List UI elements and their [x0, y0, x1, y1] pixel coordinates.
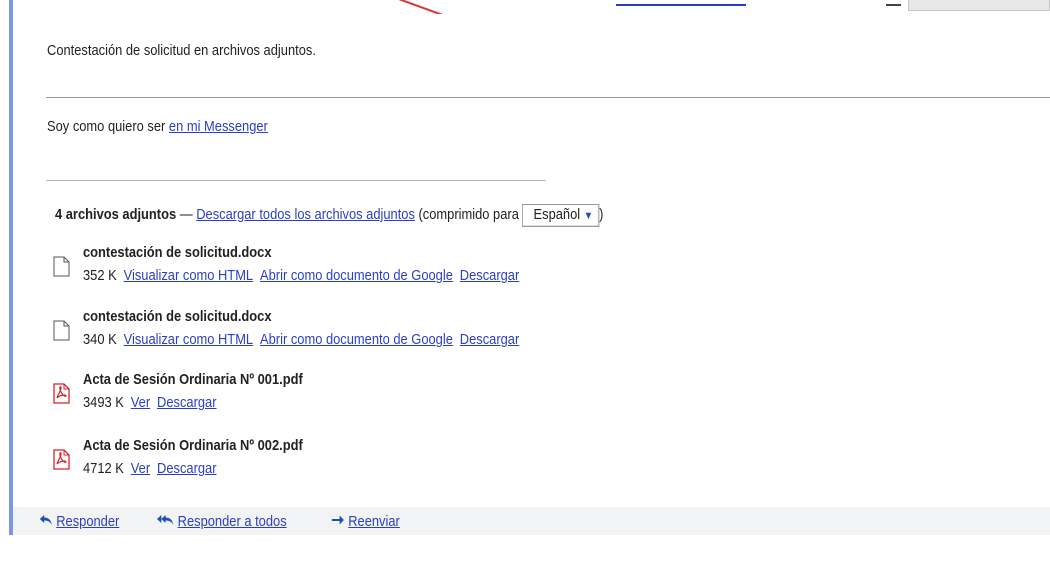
- download-link[interactable]: Descargar: [157, 394, 217, 411]
- attachments-count: 4 archivos adjuntos: [55, 206, 177, 223]
- download-link[interactable]: Descargar: [460, 267, 520, 284]
- reply-icon: [39, 513, 53, 530]
- attachment-name: contestación de solicitud.docx: [83, 308, 272, 325]
- signature-line: Soy como quiero ser en mi Messenger: [47, 118, 268, 135]
- reply-all-button[interactable]: Responder a todos: [157, 513, 287, 530]
- document-icon: [53, 320, 70, 341]
- document-icon: [53, 256, 70, 277]
- view-link[interactable]: Ver: [131, 394, 150, 411]
- message-body-text: Contestación de solicitud en archivos ad…: [47, 42, 316, 59]
- close-paren: ): [599, 206, 604, 223]
- attachment-size: 4712 K: [83, 460, 124, 477]
- attachment-name: Acta de Sesión Ordinaria Nº 002.pdf: [83, 437, 303, 454]
- attachment-name: Acta de Sesión Ordinaria Nº 001.pdf: [83, 371, 303, 388]
- open-as-google-doc-link[interactable]: Abrir como documento de Google: [260, 331, 453, 348]
- view-as-html-link[interactable]: Visualizar como HTML: [124, 331, 254, 348]
- compressed-for-label: (comprimido para: [418, 206, 519, 223]
- attachment-name: contestación de solicitud.docx: [83, 244, 272, 261]
- attachments-dash: —: [176, 206, 197, 223]
- download-all-link[interactable]: Descargar todos los archivos adjuntos: [196, 206, 415, 223]
- forward-button[interactable]: Reenviar: [331, 513, 400, 530]
- reply-label[interactable]: Responder: [56, 513, 119, 530]
- attachment-item: Acta de Sesión Ordinaria Nº 002.pdf 4712…: [53, 437, 753, 487]
- attachments-divider: [46, 180, 546, 181]
- signature-prefix: Soy como quiero ser: [47, 118, 166, 135]
- forward-label[interactable]: Reenviar: [348, 513, 400, 530]
- view-as-html-link[interactable]: Visualizar como HTML: [124, 267, 254, 284]
- attachment-meta: 340 K Visualizar como HTML Abrir como docu…: [83, 331, 519, 348]
- attachments-header: 4 archivos adjuntos — Descargar todos lo…: [55, 204, 603, 227]
- language-select-value: Español: [533, 206, 581, 223]
- attachment-meta: 352 K Visualizar como HTML Abrir como docu…: [83, 267, 519, 284]
- language-select[interactable]: Español ▼: [522, 204, 600, 227]
- open-as-google-doc-link[interactable]: Abrir como documento de Google: [260, 267, 453, 284]
- reply-all-label[interactable]: Responder a todos: [178, 513, 287, 530]
- attachment-item: contestación de solicitud.docx 352 K Visu…: [53, 244, 753, 294]
- chevron-down-icon: ▼: [583, 210, 594, 222]
- attachment-item: contestación de solicitud.docx 340 K Visu…: [53, 308, 753, 358]
- pdf-icon: [53, 449, 70, 470]
- cropped-top-right-box: [908, 0, 1050, 11]
- attachment-size: 352 K: [83, 267, 117, 284]
- attachment-meta: 4712 K Ver Descargar: [83, 460, 217, 477]
- attachment-size: 3493 K: [83, 394, 124, 411]
- signature-divider: [46, 97, 1050, 98]
- download-link[interactable]: Descargar: [460, 331, 520, 348]
- attachment-item: Acta de Sesión Ordinaria Nº 001.pdf 3493…: [53, 371, 753, 421]
- message-content: Contestación de solicitud en archivos ad…: [13, 0, 1050, 507]
- forward-icon: [331, 513, 345, 530]
- message-action-bar: Responder Responder a todos Reenviar: [13, 507, 1050, 535]
- download-link[interactable]: Descargar: [157, 460, 217, 477]
- messenger-link[interactable]: en mi Messenger: [169, 118, 268, 135]
- cropped-top-strip: [26, 0, 1050, 14]
- reply-all-icon: [157, 513, 174, 530]
- pdf-icon: [53, 383, 70, 404]
- attachment-size: 340 K: [83, 331, 117, 348]
- reply-button[interactable]: Responder: [39, 513, 119, 530]
- attachment-meta: 3493 K Ver Descargar: [83, 394, 217, 411]
- view-link[interactable]: Ver: [131, 460, 150, 477]
